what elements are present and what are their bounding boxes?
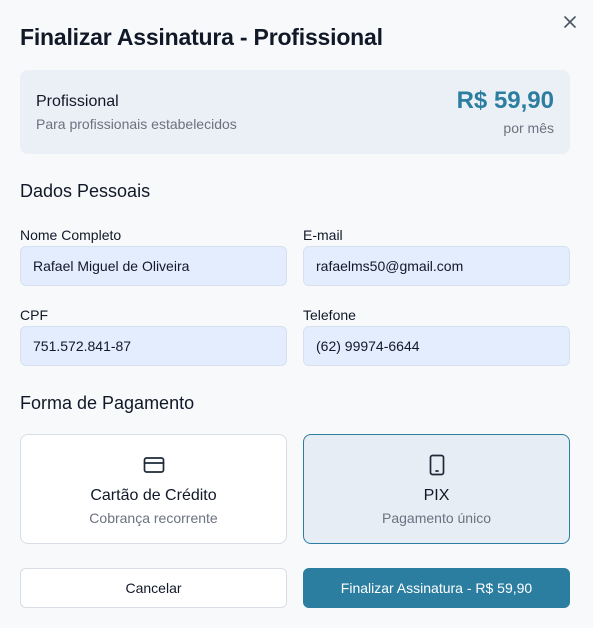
cpf-input[interactable] [20,326,287,366]
plan-name: Profissional [36,93,119,110]
close-icon [564,16,576,28]
full-name-label: Nome Completo [20,227,122,243]
cancel-button[interactable]: Cancelar [20,568,287,608]
payment-option-title: Cartão de Crédito [90,487,217,504]
payment-option-title: PIX [423,487,450,504]
close-button[interactable] [560,12,580,32]
payment-method-heading: Forma de Pagamento [20,393,195,413]
full-name-input[interactable] [20,246,287,286]
email-label: E-mail [303,227,343,243]
credit-card-icon [142,453,166,477]
payment-option-pix[interactable]: PIX Pagamento único [303,434,570,544]
payment-option-subtitle: Pagamento único [382,510,491,526]
plan-period: por mês [503,120,554,136]
plan-price: R$ 59,90 [456,87,554,114]
email-input[interactable] [303,246,570,286]
modal-title: Finalizar Assinatura - Profissional [20,24,383,50]
phone-label: Telefone [303,307,356,323]
finalize-subscription-button[interactable]: Finalizar Assinatura - R$ 59,90 [303,568,570,608]
personal-data-heading: Dados Pessoais [20,181,151,201]
smartphone-icon [425,453,449,477]
payment-option-subtitle: Cobrança recorrente [89,510,218,526]
phone-input[interactable] [303,326,570,366]
payment-option-credit-card[interactable]: Cartão de Crédito Cobrança recorrente [20,434,287,544]
plan-description: Para profissionais estabelecidos [36,116,237,132]
checkout-modal: Finalizar Assinatura - Profissional Prof… [0,0,593,628]
plan-summary-card: Profissional Para profissionais estabele… [20,70,570,154]
cpf-label: CPF [20,307,48,323]
